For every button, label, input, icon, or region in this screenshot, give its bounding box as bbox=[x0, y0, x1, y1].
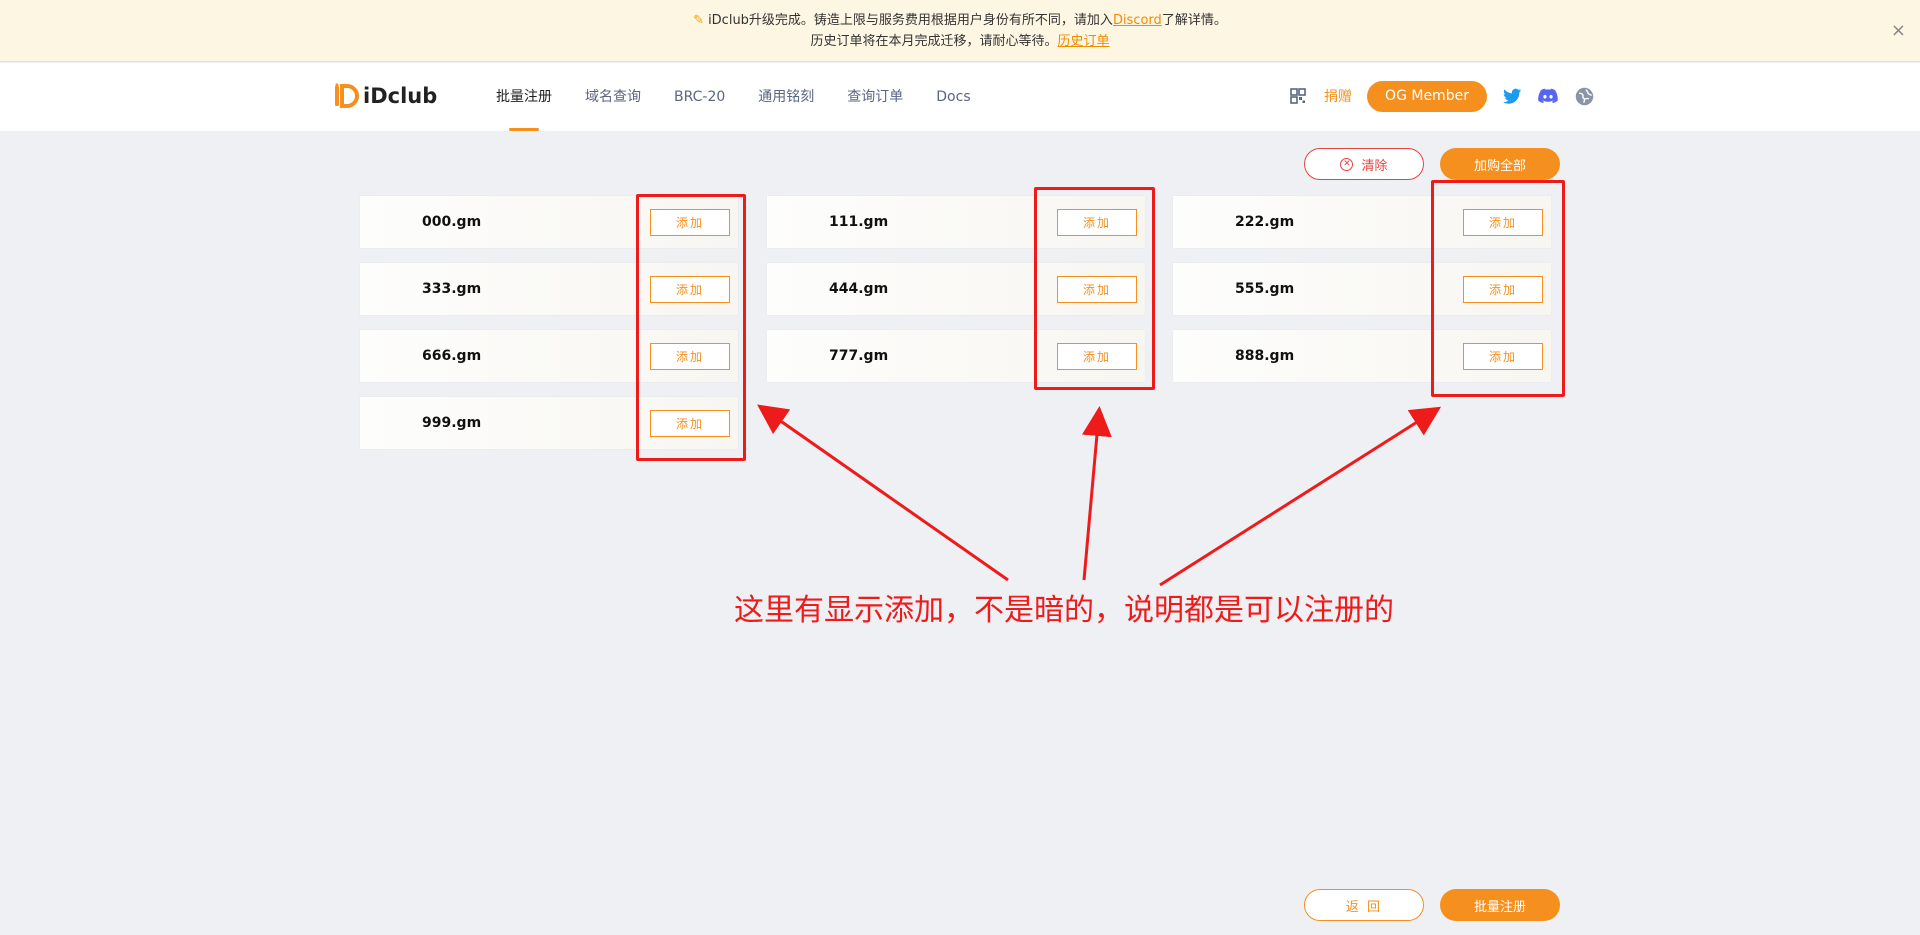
domain-name: 222.gm bbox=[1235, 214, 1295, 230]
top-header: iDclub 批量注册 域名查询 BRC-20 通用铭刻 查询订单 Docs 捐… bbox=[0, 63, 1920, 131]
domain-name: 000.gm bbox=[422, 214, 482, 230]
idclub-logo-icon bbox=[335, 83, 359, 108]
annotation-box bbox=[1034, 187, 1155, 390]
domain-name: 555.gm bbox=[1235, 281, 1295, 297]
domain-name: 444.gm bbox=[829, 281, 889, 297]
domain-name: 333.gm bbox=[422, 281, 482, 297]
add-all-button[interactable]: 加购全部 bbox=[1440, 148, 1560, 180]
domain-name: 888.gm bbox=[1235, 348, 1295, 364]
logo-text: iDclub bbox=[363, 84, 438, 108]
notice-line-1: ✎ iDclub升级完成。铸造上限与服务费用根据用户身份有所不同，请加入 Dis… bbox=[693, 10, 1227, 31]
clear-button[interactable]: ✕ 清除 bbox=[1304, 148, 1424, 180]
discord-link[interactable]: Discord bbox=[1113, 10, 1162, 31]
notice-line-1-text: iDclub升级完成。铸造上限与服务费用根据用户身份有所不同，请加入 bbox=[708, 12, 1113, 28]
notice-line-2-text: 历史订单将在本月完成迁移，请耐心等待。 bbox=[810, 33, 1058, 49]
pencil-icon: ✎ bbox=[693, 12, 705, 28]
history-orders-link[interactable]: 历史订单 bbox=[1058, 31, 1110, 52]
back-button[interactable]: 返 回 bbox=[1304, 889, 1424, 921]
notice-banner: ✎ iDclub升级完成。铸造上限与服务费用根据用户身份有所不同，请加入 Dis… bbox=[0, 0, 1920, 62]
logo[interactable]: iDclub bbox=[333, 83, 437, 109]
discord-icon[interactable] bbox=[1537, 85, 1559, 107]
header-right: 捐赠 OG Member bbox=[1290, 80, 1609, 112]
nav-docs[interactable]: Docs bbox=[936, 63, 970, 131]
domain-name: 777.gm bbox=[829, 348, 889, 364]
annotation-text: 这里有显示添加，不是暗的，说明都是可以注册的 bbox=[734, 593, 1394, 628]
notice-line-2: 历史订单将在本月完成迁移，请耐心等待。 历史订单 bbox=[810, 31, 1109, 52]
nav-brc20[interactable]: BRC-20 bbox=[674, 63, 725, 131]
nav-query-orders[interactable]: 查询订单 bbox=[847, 63, 903, 131]
og-member-button[interactable]: OG Member bbox=[1367, 80, 1487, 112]
domain-name: 999.gm bbox=[422, 415, 482, 431]
clear-label: 清除 bbox=[1361, 158, 1388, 174]
clear-x-icon: ✕ bbox=[1340, 157, 1354, 171]
domain-name: 666.gm bbox=[422, 348, 482, 364]
nav-batch-register[interactable]: 批量注册 bbox=[496, 63, 552, 131]
annotation-box bbox=[636, 194, 746, 461]
batch-register-button[interactable]: 批量注册 bbox=[1440, 889, 1560, 921]
annotation-box bbox=[1431, 180, 1565, 397]
main-nav: 批量注册 域名查询 BRC-20 通用铭刻 查询订单 Docs bbox=[496, 63, 1004, 131]
notice-line-1-suffix: 了解详情。 bbox=[1161, 12, 1227, 28]
twitter-icon[interactable] bbox=[1501, 85, 1523, 107]
globe-icon[interactable] bbox=[1573, 85, 1595, 107]
donate-link[interactable]: 捐赠 bbox=[1324, 86, 1352, 106]
annotation-arrows bbox=[757, 404, 1442, 587]
qr-grid-icon[interactable] bbox=[1290, 88, 1306, 104]
nav-general-inscription[interactable]: 通用铭刻 bbox=[758, 63, 814, 131]
close-icon[interactable]: × bbox=[1891, 20, 1906, 41]
nav-domain-search[interactable]: 域名查询 bbox=[585, 63, 641, 131]
domain-name: 111.gm bbox=[829, 214, 889, 230]
